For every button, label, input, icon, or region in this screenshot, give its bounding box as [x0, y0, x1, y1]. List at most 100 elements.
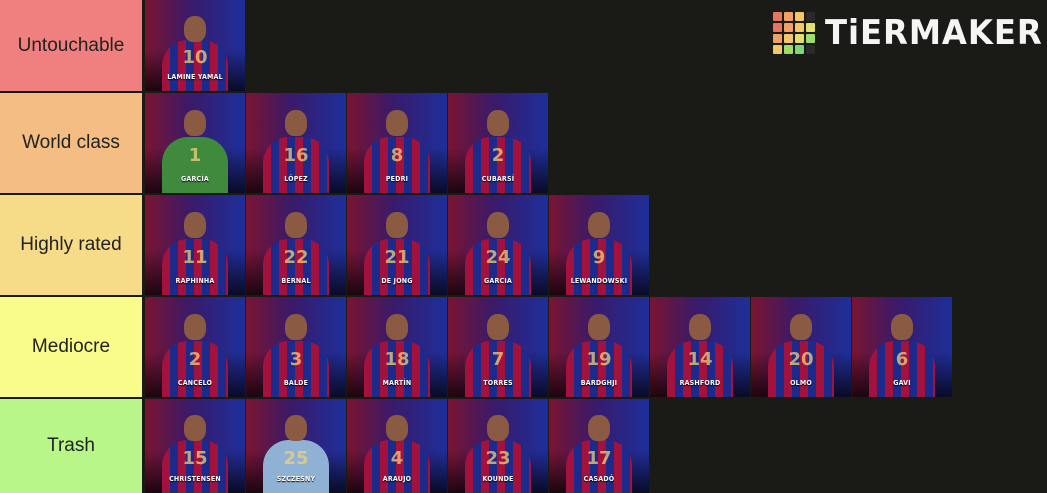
player-name: GAVI [893, 379, 911, 387]
player-head [487, 415, 509, 442]
player-card[interactable]: 6 GAVI [852, 297, 952, 397]
player-number: 25 [283, 447, 309, 469]
player-number: 4 [390, 447, 404, 469]
player-number: 11 [182, 247, 208, 268]
player-name: OLMO [790, 379, 812, 387]
player-head [386, 212, 408, 239]
player-head [487, 212, 509, 239]
player-name: RAPHINHA [175, 277, 215, 285]
tier-label[interactable]: Highly rated [0, 195, 142, 295]
player-number: 22 [283, 247, 309, 268]
logo-grid-cell [784, 23, 793, 32]
player-card[interactable]: 8 PEDRI [347, 93, 447, 193]
player-head [184, 415, 206, 442]
player-card[interactable]: 20 OLMO [751, 297, 851, 397]
player-card[interactable]: 7 TORRES [448, 297, 548, 397]
player-number: 7 [491, 349, 505, 370]
logo-grid-cell [806, 34, 815, 43]
player-head [184, 314, 206, 341]
player-head [184, 110, 206, 137]
player-head [386, 415, 408, 442]
player-card[interactable]: 15 CHRISTENSEN [145, 399, 245, 493]
player-head [184, 212, 206, 239]
player-name: LÓPEZ [284, 175, 308, 183]
logo-grid-cell [806, 45, 815, 54]
player-head [487, 314, 509, 341]
player-name: PEDRI [385, 175, 409, 183]
player-name: MARTÍN [382, 379, 412, 387]
tiermaker-logo: TiERMAKER [773, 12, 1047, 54]
player-head [386, 110, 408, 137]
player-number: 21 [384, 247, 410, 268]
player-card[interactable]: 23 KOUNDE [448, 399, 548, 493]
player-head [588, 314, 610, 341]
logo-grid-cell [773, 45, 782, 54]
player-card[interactable]: 9 LEWANDOWSKI [549, 195, 649, 295]
player-card[interactable]: 2 CANCELO [145, 297, 245, 397]
player-card[interactable]: 25 SZCZESNY [246, 399, 346, 493]
logo-grid-cell [773, 12, 782, 21]
player-number: 15 [182, 447, 208, 469]
player-card[interactable]: 16 LÓPEZ [246, 93, 346, 193]
tiermaker-grid-icon [773, 12, 815, 54]
player-name: DE JONG [381, 277, 413, 285]
logo-grid-cell [784, 12, 793, 21]
player-card[interactable]: 19 BARDGHJI [549, 297, 649, 397]
player-name: BALDE [283, 379, 309, 387]
player-card[interactable]: 1 GARCÍA [145, 93, 245, 193]
player-card[interactable]: 11 RAPHINHA [145, 195, 245, 295]
tier-items: 10 LAMINE YAMAL [142, 0, 246, 91]
tier-items: 11 RAPHINHA 22 BERNAL 21 DE JONG 24 GARCIA 9 LEWA… [142, 195, 650, 295]
tier-items: 15 CHRISTENSEN 25 SZCZESNY 4 ARAUJO 23 KOUNDE 17… [142, 399, 650, 493]
player-head [790, 314, 812, 341]
logo-grid-cell [773, 34, 782, 43]
player-card[interactable]: 17 CASADÓ [549, 399, 649, 493]
player-card[interactable]: 2 CUBARSÍ [448, 93, 548, 193]
tier-label[interactable]: Trash [0, 399, 142, 493]
player-card[interactable]: 10 LAMINE YAMAL [145, 0, 245, 91]
tiermaker-wordmark: TiERMAKER [825, 13, 1043, 53]
player-card[interactable]: 21 DE JONG [347, 195, 447, 295]
tier-row: Mediocre 2 CANCELO 3 BALDE 18 MARTÍN 7 TORRES 19 B… [0, 297, 1047, 397]
player-name: RASHFORD [679, 379, 721, 387]
player-number: 24 [485, 247, 511, 268]
tier-items: 2 CANCELO 3 BALDE 18 MARTÍN 7 TORRES 19 BARDGHJI 1… [142, 297, 953, 397]
player-card[interactable]: 3 BALDE [246, 297, 346, 397]
logo-grid-cell [795, 34, 804, 43]
player-number: 19 [586, 349, 612, 370]
player-number: 1 [188, 145, 202, 166]
player-head [285, 212, 307, 239]
player-number: 17 [586, 447, 612, 469]
player-name: TORRES [483, 379, 513, 387]
player-number: 10 [182, 47, 208, 69]
player-name: BERNAL [281, 277, 311, 285]
player-name: CUBARSÍ [481, 175, 515, 183]
logo-grid-cell [795, 23, 804, 32]
player-head [285, 314, 307, 341]
player-card[interactable]: 14 RASHFORD [650, 297, 750, 397]
player-head [891, 314, 913, 341]
player-name: CHRISTENSEN [169, 475, 221, 483]
player-number: 2 [188, 349, 202, 370]
player-number: 23 [485, 447, 511, 469]
player-card[interactable]: 24 GARCIA [448, 195, 548, 295]
tier-label[interactable]: Mediocre [0, 297, 142, 397]
player-number: 18 [384, 349, 410, 370]
player-name: ARAUJO [382, 475, 412, 483]
player-number: 9 [592, 247, 606, 268]
player-card[interactable]: 22 BERNAL [246, 195, 346, 295]
player-card[interactable]: 4 ARAUJO [347, 399, 447, 493]
player-number: 8 [390, 145, 404, 166]
player-card[interactable]: 18 MARTÍN [347, 297, 447, 397]
player-number: 2 [491, 145, 505, 166]
player-number: 20 [788, 349, 814, 370]
tier-row: World class 1 GARCÍA 16 LÓPEZ 8 PEDRI 2 CUBARSÍ [0, 93, 1047, 193]
player-head [285, 415, 307, 442]
logo-grid-cell [795, 45, 804, 54]
logo-grid-cell [784, 45, 793, 54]
player-name: CASADÓ [583, 475, 615, 483]
tier-label[interactable]: World class [0, 93, 142, 193]
player-head [689, 314, 711, 341]
player-name: LAMINE YAMAL [167, 73, 223, 81]
tier-label[interactable]: Untouchable [0, 0, 142, 91]
